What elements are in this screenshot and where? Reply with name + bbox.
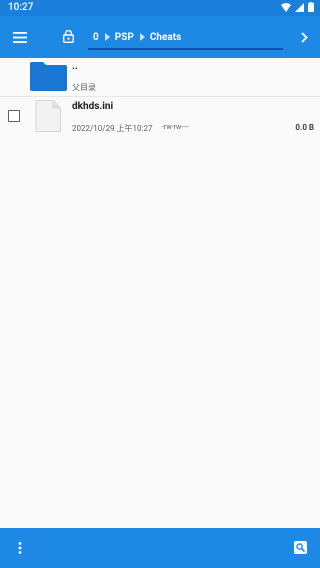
file-modified: 2022/10/29 上午10:27 <box>72 124 153 133</box>
breadcrumb-item-cheats[interactable]: Cheats <box>150 32 181 43</box>
lock-button[interactable] <box>50 16 86 58</box>
parent-directory-row[interactable]: .. 父目录 <box>0 58 320 97</box>
select-checkbox[interactable] <box>8 110 20 122</box>
chevron-right-icon <box>300 28 308 47</box>
wifi-icon <box>281 2 291 15</box>
parent-directory-label: 父目录 <box>72 83 96 92</box>
breadcrumb-item-root[interactable]: 0 <box>93 32 99 43</box>
breadcrumb: 0 PSP Cheats <box>86 16 286 58</box>
breadcrumb-underline <box>88 48 283 50</box>
file-size: 0.0 B <box>295 123 314 132</box>
more-options-button[interactable] <box>8 538 32 558</box>
signal-icon <box>295 2 304 15</box>
parent-directory-name: .. <box>72 61 78 72</box>
toolbar: 0 PSP Cheats <box>0 16 320 58</box>
forward-button[interactable] <box>286 16 320 58</box>
hamburger-menu-icon <box>13 28 27 47</box>
search-icon <box>293 539 307 558</box>
folder-icon <box>30 62 67 95</box>
breadcrumb-separator-icon <box>104 33 110 41</box>
search-button[interactable] <box>288 538 312 558</box>
more-vert-icon <box>18 539 22 558</box>
status-bar: 10:27 <box>0 0 320 16</box>
battery-icon <box>308 2 314 15</box>
lock-icon <box>62 28 74 47</box>
status-time: 10:27 <box>8 2 34 13</box>
file-permissions: -rw-rw---- <box>162 123 189 131</box>
file-name: dkhds.ini <box>72 101 114 112</box>
breadcrumb-item-psp[interactable]: PSP <box>115 32 134 43</box>
menu-button[interactable] <box>2 16 38 58</box>
bottom-bar <box>0 528 320 568</box>
breadcrumb-separator-icon <box>139 33 145 41</box>
file-icon <box>35 100 61 136</box>
list-item[interactable]: dkhds.ini 2022/10/29 上午10:27 -rw-rw---- … <box>0 97 320 139</box>
